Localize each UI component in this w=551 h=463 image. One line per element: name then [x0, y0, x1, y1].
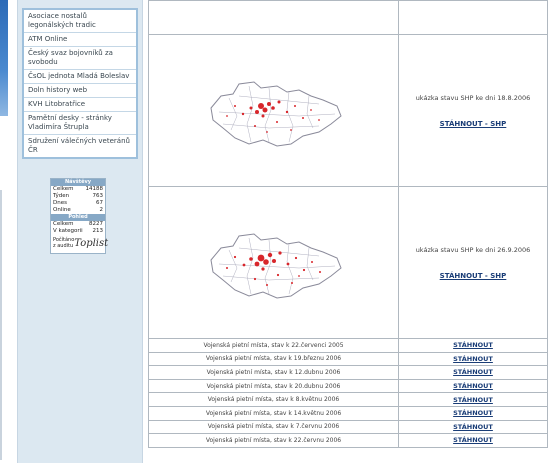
download-link[interactable]: STÁHNOUT — [398, 351, 548, 367]
download-label: Vojenská pietní místa, stav k 8.květnu 2… — [148, 392, 399, 407]
table-row-map: ukázka stavu SHP ke dni 26.9.2006 STÁHNO… — [148, 186, 548, 339]
sidebar-link-kvh[interactable]: KVH Litobratřice — [24, 98, 136, 112]
stats-row: V kategorii 213 — [53, 228, 103, 234]
stats-row: Týden 763 — [53, 193, 103, 199]
sidebar-link-sdruzeni[interactable]: Sdružení válečných veteránů ČR — [24, 135, 136, 157]
toplist-logo: Toplist — [74, 237, 109, 249]
download-link[interactable]: STÁHNOUT — [398, 419, 548, 435]
map-info-cell: ukázka stavu SHP ke dni 26.9.2006 STÁHNO… — [398, 186, 548, 339]
download-label: Vojenská pietní místa, stav k 19.březnu … — [148, 351, 399, 367]
sidebar-link-doln-history[interactable]: Doln history web — [24, 84, 136, 98]
map-caption: ukázka stavu SHP ke dni 26.9.2006 — [415, 245, 531, 254]
sidebar-link-cesky-svaz[interactable]: Český svaz bojovníků za svobodu — [24, 47, 136, 70]
download-link[interactable]: STÁHNOUT — [398, 405, 548, 421]
left-edge — [0, 0, 8, 463]
download-link[interactable]: STÁHNOUT — [398, 338, 548, 353]
download-label: Vojenská pietní místa, stav k 7.červnu 2… — [148, 419, 399, 435]
czech-map-image — [209, 232, 342, 299]
download-row: Vojenská pietní místa, stav k 14.květnu … — [148, 405, 548, 421]
left-edge-accent — [0, 0, 8, 116]
stats-row: Dnes 67 — [53, 200, 103, 206]
download-label: Vojenská pietní místa, stav k 22.červenc… — [148, 338, 399, 353]
download-link[interactable]: STÁHNOUT — [398, 378, 548, 394]
sidebar-link-asociace[interactable]: Asociace nostalů legonálských tradic — [24, 10, 136, 33]
table-row-top — [148, 0, 548, 35]
downloads-table: ukázka stavu SHP ke dni 18.8.2006 STÁHNO… — [148, 0, 548, 448]
czech-map-image — [209, 80, 342, 147]
sidebar: Asociace nostalů legonálských tradic ATM… — [17, 0, 143, 463]
empty-cell — [148, 0, 399, 35]
download-shp-link[interactable]: STÁHNOUT - SHP — [440, 120, 507, 128]
download-row: Vojenská pietní místa, stav k 19.březnu … — [148, 351, 548, 367]
stats-row: Online 2 — [53, 207, 103, 213]
main-content: ukázka stavu SHP ke dni 18.8.2006 STÁHNO… — [148, 0, 551, 463]
sidebar-link-pametni-desky[interactable]: Pamětní desky - stránky Vladimíra Štrupl… — [24, 112, 136, 135]
links-box: Asociace nostalů legonálských tradic ATM… — [22, 8, 138, 159]
download-row: Vojenská pietní místa, stav k 8.květnu 2… — [148, 392, 548, 407]
sidebar-link-atm-online[interactable]: ATM Online — [24, 33, 136, 47]
map-cell — [148, 186, 399, 339]
download-row: Vojenská pietní místa, stav k 7.červnu 2… — [148, 419, 548, 435]
download-label: Vojenská pietní místa, stav k 22.červnu … — [148, 433, 399, 448]
stats-head-views: Pohled — [51, 214, 105, 221]
empty-cell — [398, 0, 548, 35]
stats-row: Celkem 14188 — [53, 186, 103, 192]
left-edge-line — [0, 190, 2, 460]
download-link[interactable]: STÁHNOUT — [398, 365, 548, 380]
download-label: Vojenská pietní místa, stav k 12.dubnu 2… — [148, 365, 399, 380]
download-row: Vojenská pietní místa, stav k 22.červenc… — [148, 338, 548, 353]
map-caption: ukázka stavu SHP ke dni 18.8.2006 — [415, 93, 531, 102]
download-row: Vojenská pietní místa, stav k 20.dubnu 2… — [148, 378, 548, 394]
stats-head-visits: Návštěvy — [51, 179, 105, 186]
stats-footer-text: Počítáno z auditu — [53, 237, 75, 249]
download-label: Vojenská pietní místa, stav k 14.květnu … — [148, 405, 399, 421]
table-row-map: ukázka stavu SHP ke dni 18.8.2006 STÁHNO… — [148, 34, 548, 187]
map-info-cell: ukázka stavu SHP ke dni 18.8.2006 STÁHNO… — [398, 34, 548, 187]
stats-row: Celkem 8227 — [53, 221, 103, 227]
download-label: Vojenská pietní místa, stav k 20.dubnu 2… — [148, 378, 399, 394]
stats-counter[interactable]: Návštěvy Celkem 14188 Týden 763 Dnes 67 Onl… — [50, 178, 109, 254]
sidebar-link-csol[interactable]: ČsOL jednota Mladá Boleslav — [24, 70, 136, 84]
download-link[interactable]: STÁHNOUT — [398, 433, 548, 448]
download-shp-link[interactable]: STÁHNOUT - SHP — [440, 272, 507, 280]
map-cell — [148, 34, 399, 187]
download-row: Vojenská pietní místa, stav k 12.dubnu 2… — [148, 365, 548, 380]
download-row: Vojenská pietní místa, stav k 22.červnu … — [148, 433, 548, 448]
download-link[interactable]: STÁHNOUT — [398, 392, 548, 407]
stats-footer: Počítáno z auditu Toplist — [51, 235, 109, 251]
